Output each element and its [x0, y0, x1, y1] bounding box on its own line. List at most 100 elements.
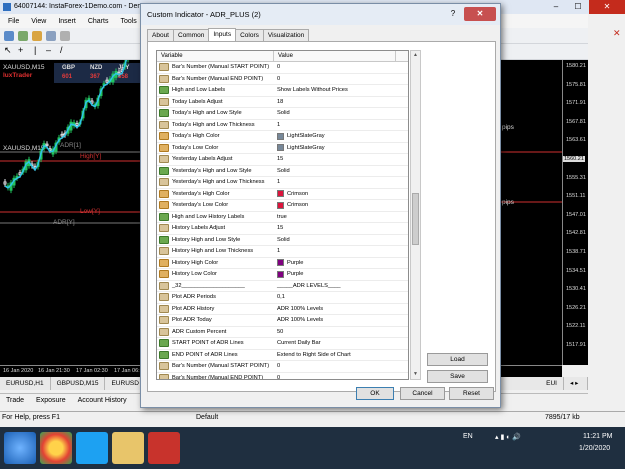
color-swatch[interactable]	[277, 144, 284, 152]
horizontal-line-icon[interactable]: –	[46, 45, 56, 55]
value-cell[interactable]: 0	[274, 373, 396, 379]
value-cell[interactable]: 0	[274, 361, 396, 372]
dialog-close-button[interactable]: ✕	[464, 7, 496, 21]
scroll-down-icon[interactable]: ▼	[411, 370, 420, 379]
tray-icons[interactable]: ▴ ▮ ◐ 🔊	[495, 433, 521, 441]
value-cell[interactable]: Current Daily Bar	[274, 338, 396, 349]
value-cell[interactable]: Show Labels Without Prices	[274, 85, 396, 96]
chart-tab[interactable]: EUI	[540, 377, 564, 390]
navigator-icon[interactable]	[46, 31, 56, 41]
input-row[interactable]: Today's High Color LightSlateGray	[157, 131, 408, 143]
chrome-icon[interactable]	[40, 432, 72, 464]
value-cell[interactable]: 1	[274, 177, 396, 188]
value-cell[interactable]: ADR 100% Levels	[274, 315, 396, 326]
tab-scroll-arrows-icon[interactable]: ◂ ▸	[564, 377, 588, 390]
vertical-line-icon[interactable]: |	[34, 45, 44, 55]
tab-exposure[interactable]: Exposure	[30, 394, 72, 407]
input-row[interactable]: END POINT of ADR Lines Extend to Right Si…	[157, 350, 408, 361]
language-indicator[interactable]: EN	[463, 433, 473, 440]
tab-colors[interactable]: Colors	[235, 29, 264, 41]
value-cell[interactable]: Solid	[274, 166, 396, 177]
maximize-icon[interactable]: ☐	[567, 0, 589, 14]
column-header-value[interactable]: Value	[274, 51, 396, 61]
new-chart-icon[interactable]	[4, 31, 14, 41]
reset-button[interactable]: Reset	[449, 387, 494, 400]
input-row[interactable]: Today's High and Low Thickness 1	[157, 120, 408, 131]
market-watch-icon[interactable]	[32, 31, 42, 41]
menu-insert[interactable]: Insert	[52, 18, 82, 25]
start-button-icon[interactable]	[4, 432, 36, 464]
input-row[interactable]: History High and Low Thickness 1	[157, 246, 408, 258]
load-button[interactable]: Load	[427, 353, 488, 366]
input-row[interactable]: History High and Low Style Solid	[157, 235, 408, 246]
close-icon[interactable]: ✕	[589, 0, 625, 14]
crosshair-icon[interactable]: +	[18, 45, 28, 55]
input-row[interactable]: Bar's Number (Manual START POINT) 0	[157, 361, 408, 373]
menu-tools[interactable]: Tools	[114, 18, 142, 25]
input-row[interactable]: Today's Low Color LightSlateGray	[157, 143, 408, 154]
value-cell[interactable]: 0,1	[274, 292, 396, 303]
color-swatch[interactable]	[277, 190, 284, 198]
value-cell[interactable]: Solid	[274, 108, 396, 119]
input-row[interactable]: Yesterday's High and Low Style Solid	[157, 166, 408, 177]
trendline-icon[interactable]: /	[60, 45, 70, 55]
value-cell[interactable]: Purple	[274, 258, 396, 269]
menu-charts[interactable]: Charts	[82, 18, 115, 25]
value-cell[interactable]: LightSlateGray	[274, 143, 396, 154]
input-row[interactable]: High and Low History Labels true	[157, 212, 408, 223]
value-cell[interactable]: ADR 100% Levels	[274, 304, 396, 315]
value-cell[interactable]: 1	[274, 120, 396, 131]
help-icon[interactable]: ?	[446, 8, 460, 20]
input-row[interactable]: Bar's Number (Manual START POINT) 0	[157, 62, 408, 74]
minimize-icon[interactable]: –	[545, 0, 567, 14]
input-row[interactable]: Plot ADR History ADR 100% Levels	[157, 304, 408, 315]
input-row[interactable]: Yesterday's Low Color Crimson	[157, 200, 408, 212]
skype-icon[interactable]	[76, 432, 108, 464]
tab-account-history[interactable]: Account History	[72, 394, 133, 407]
value-cell[interactable]: LightSlateGray	[274, 131, 396, 142]
metatrader-icon[interactable]	[148, 432, 180, 464]
input-row[interactable]: Plot ADR Periods 0,1	[157, 292, 408, 304]
menu-file[interactable]: File	[2, 18, 25, 25]
input-row[interactable]: Yesterday's High Color Crimson	[157, 189, 408, 200]
input-row[interactable]: Today Labels Adjust 18	[157, 97, 408, 108]
input-row[interactable]: Yesterday Labels Adjust 15	[157, 154, 408, 166]
value-cell[interactable]: Crimson	[274, 200, 396, 211]
value-cell[interactable]: Solid	[274, 235, 396, 246]
file-explorer-icon[interactable]	[112, 432, 144, 464]
input-row[interactable]: ADR Custom Percent 50	[157, 327, 408, 338]
cancel-button[interactable]: Cancel	[400, 387, 445, 400]
save-button[interactable]: Save	[427, 370, 488, 383]
input-row[interactable]: START POINT of ADR Lines Current Daily Ba…	[157, 338, 408, 350]
clock-time[interactable]: 11:21 PM	[583, 433, 612, 440]
input-row[interactable]: Bar's Number (Manual END POINT) 0	[157, 373, 408, 379]
color-swatch[interactable]	[277, 201, 284, 209]
grid-scrollbar[interactable]: ▲ ▼	[410, 50, 421, 380]
color-swatch[interactable]	[277, 270, 284, 278]
input-row[interactable]: Plot ADR Today ADR 100% Levels	[157, 315, 408, 327]
ok-button[interactable]: OK	[356, 387, 394, 400]
scrollbar-thumb[interactable]	[412, 193, 419, 245]
value-cell[interactable]: 0	[274, 74, 396, 85]
color-swatch[interactable]	[277, 259, 284, 267]
input-row[interactable]: Bar's Number (Manual END POINT) 0	[157, 74, 408, 85]
value-cell[interactable]: 50	[274, 327, 396, 338]
input-row[interactable]: Yesterday's High and Low Thickness 1	[157, 177, 408, 189]
tab-common[interactable]: Common	[173, 29, 210, 41]
tab-trade[interactable]: Trade	[0, 394, 30, 407]
tab-inputs[interactable]: Inputs	[208, 28, 237, 41]
chart-close-icon[interactable]: ✕	[613, 28, 623, 40]
value-cell[interactable]: 1	[274, 246, 396, 257]
tab-about[interactable]: About	[147, 29, 174, 41]
scroll-up-icon[interactable]: ▲	[411, 51, 420, 60]
value-cell[interactable]: Crimson	[274, 189, 396, 200]
value-cell[interactable]: 18	[274, 97, 396, 108]
input-row[interactable]: History Labels Adjust 15	[157, 223, 408, 235]
input-row[interactable]: _32____________________ _____ADR LEVELS__…	[157, 281, 408, 292]
chart-tab[interactable]: EURUSD,H1	[0, 377, 51, 390]
column-header-variable[interactable]: Variable	[157, 51, 274, 61]
input-row[interactable]: High and Low Labels Show Labels Without P…	[157, 85, 408, 97]
value-cell[interactable]: Extend to Right Side of Chart	[274, 350, 396, 361]
tab-visualization[interactable]: Visualization	[262, 29, 310, 41]
color-swatch[interactable]	[277, 132, 284, 140]
